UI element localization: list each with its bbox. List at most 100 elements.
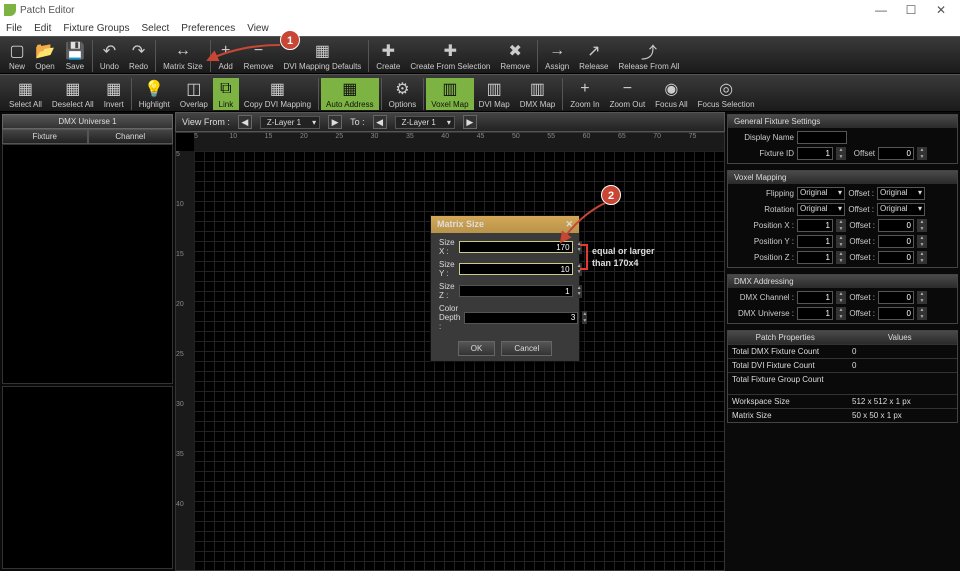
offset-input[interactable] bbox=[878, 147, 914, 160]
spinner[interactable]: ▲▼ bbox=[582, 311, 587, 324]
toolbar-options[interactable]: ⚙Options bbox=[384, 78, 422, 110]
vm-input[interactable] bbox=[797, 219, 833, 232]
menu-file[interactable]: File bbox=[6, 23, 22, 34]
dialog-sizez-input[interactable] bbox=[459, 285, 573, 297]
toolbar-release-from-all[interactable]: ⤴Release From All bbox=[614, 40, 685, 72]
toolbar-create[interactable]: ✚Create bbox=[371, 40, 405, 72]
toolbar-dvi-map[interactable]: ▥DVI Map bbox=[474, 78, 515, 110]
dialog-colordepth-input[interactable] bbox=[464, 312, 578, 324]
toolbar-zoom-in[interactable]: +Zoom In bbox=[565, 78, 604, 110]
props-header-2: Values bbox=[843, 331, 958, 344]
toolbar-focus-selection[interactable]: ◎Focus Selection bbox=[693, 78, 760, 110]
toolbar-2: ▦Select All▦Deselect All▦Invert💡Highligh… bbox=[0, 74, 960, 112]
dmx-input[interactable] bbox=[797, 291, 833, 304]
spinner[interactable]: ▲▼ bbox=[917, 251, 927, 264]
dialog-sizex-input[interactable] bbox=[459, 241, 573, 253]
toolbar-copy-dvi-mapping[interactable]: ▦Copy DVI Mapping bbox=[239, 78, 316, 110]
spinner[interactable]: ▲▼ bbox=[836, 307, 846, 320]
left-panel-2[interactable] bbox=[2, 386, 173, 569]
toolbar-zoom-out[interactable]: −Zoom Out bbox=[605, 78, 651, 110]
vm-select[interactable]: Original bbox=[797, 187, 845, 200]
prop-key: Total Fixture Group Count bbox=[728, 373, 848, 386]
toolbar-voxel-map[interactable]: ▥Voxel Map bbox=[426, 78, 473, 110]
toolbar-focus-all[interactable]: ◉Focus All bbox=[650, 78, 692, 110]
toolbar-redo[interactable]: ↷Redo bbox=[124, 40, 153, 72]
dialog-sizey-input[interactable] bbox=[459, 263, 573, 275]
vm-offset-input[interactable] bbox=[878, 235, 914, 248]
dmx-offset-input[interactable] bbox=[878, 307, 914, 320]
display-name-input[interactable] bbox=[797, 131, 847, 144]
spinner[interactable]: ▲▼ bbox=[836, 219, 846, 232]
spinner[interactable]: ▲▼ bbox=[836, 291, 846, 304]
menu-edit[interactable]: Edit bbox=[34, 23, 51, 34]
toolbar-remove[interactable]: −Remove bbox=[239, 40, 279, 72]
toolbar-matrix-size[interactable]: ↔Matrix Size bbox=[158, 40, 208, 72]
spinner[interactable]: ▲▼ bbox=[836, 147, 846, 160]
new-icon: ▢ bbox=[9, 41, 24, 61]
select-all-icon: ▦ bbox=[18, 79, 33, 99]
vm-offset-input[interactable] bbox=[878, 219, 914, 232]
layer-select-1[interactable]: Z-Layer 1 bbox=[260, 116, 320, 129]
spinner[interactable]: ▲▼ bbox=[917, 219, 927, 232]
toolbar-overlap[interactable]: ◫Overlap bbox=[175, 78, 213, 110]
minimize-button[interactable]: — bbox=[866, 3, 896, 17]
toolbar-release[interactable]: ↗Release bbox=[574, 40, 613, 72]
vm-offset-select[interactable]: Original bbox=[877, 203, 925, 216]
layer-select-2[interactable]: Z-Layer 1 bbox=[395, 116, 455, 129]
dialog-close-button[interactable]: ✕ bbox=[565, 219, 573, 230]
vm-offset-input[interactable] bbox=[878, 251, 914, 264]
close-button[interactable]: ✕ bbox=[926, 3, 956, 17]
spinner[interactable]: ▲▼ bbox=[917, 307, 927, 320]
ok-button[interactable]: OK bbox=[458, 341, 496, 356]
spinner[interactable]: ▲▼ bbox=[577, 285, 582, 298]
toolbar-dmx-map[interactable]: ▥DMX Map bbox=[515, 78, 561, 110]
spinner[interactable]: ▲▼ bbox=[836, 251, 846, 264]
cancel-button[interactable]: Cancel bbox=[501, 341, 552, 356]
spinner[interactable]: ▲▼ bbox=[836, 235, 846, 248]
layer-next-2[interactable]: ▶ bbox=[463, 115, 477, 129]
overlap-icon: ◫ bbox=[186, 79, 201, 99]
toolbar-link[interactable]: ⧉Link bbox=[213, 78, 239, 110]
menu-select[interactable]: Select bbox=[142, 23, 170, 34]
toolbar-1: ▢New📂Open💾Save↶Undo↷Redo↔Matrix Size+Add… bbox=[0, 36, 960, 74]
maximize-button[interactable]: ☐ bbox=[896, 3, 926, 17]
toolbar-add[interactable]: +Add bbox=[213, 40, 239, 72]
universe-list[interactable] bbox=[2, 144, 173, 384]
toolbar-undo[interactable]: ↶Undo bbox=[95, 40, 124, 72]
save-icon: 💾 bbox=[65, 41, 85, 61]
toolbar-label: Add bbox=[219, 62, 233, 71]
toolbar-highlight[interactable]: 💡Highlight bbox=[134, 78, 175, 110]
layer-prev-1[interactable]: ◀ bbox=[238, 115, 252, 129]
menu-view[interactable]: View bbox=[247, 23, 269, 34]
dmx-input[interactable] bbox=[797, 307, 833, 320]
toolbar-open[interactable]: 📂Open bbox=[30, 40, 60, 72]
toolbar-deselect-all[interactable]: ▦Deselect All bbox=[47, 78, 99, 110]
vm-input[interactable] bbox=[797, 235, 833, 248]
fixture-id-input[interactable] bbox=[797, 147, 833, 160]
view-from-label: View From : bbox=[182, 117, 230, 127]
toolbar-create-from-selection[interactable]: ✚Create From Selection bbox=[405, 40, 495, 72]
toolbar-remove[interactable]: ✖Remove bbox=[495, 40, 535, 72]
toolbar-invert[interactable]: ▦Invert bbox=[99, 78, 129, 110]
spinner[interactable]: ▲▼ bbox=[917, 291, 927, 304]
layer-prev-2[interactable]: ◀ bbox=[373, 115, 387, 129]
vm-select[interactable]: Original bbox=[797, 203, 845, 216]
spinner[interactable]: ▲▼ bbox=[917, 235, 927, 248]
tab-channel[interactable]: Channel bbox=[88, 129, 174, 144]
toolbar-auto-address[interactable]: ▦Auto Address bbox=[321, 78, 379, 110]
right-panel: General Fixture Settings Display Name Fi… bbox=[725, 112, 960, 571]
dmx-offset-input[interactable] bbox=[878, 291, 914, 304]
vm-offset-select[interactable]: Original bbox=[877, 187, 925, 200]
vm-input[interactable] bbox=[797, 251, 833, 264]
layer-next-1[interactable]: ▶ bbox=[328, 115, 342, 129]
toolbar-save[interactable]: 💾Save bbox=[60, 40, 90, 72]
toolbar-select-all[interactable]: ▦Select All bbox=[4, 78, 47, 110]
vm-label: Position Z : bbox=[732, 253, 794, 262]
toolbar-new[interactable]: ▢New bbox=[4, 40, 30, 72]
universe-header[interactable]: DMX Universe 1 bbox=[2, 114, 173, 129]
tab-fixture[interactable]: Fixture bbox=[2, 129, 88, 144]
menu-fixture-groups[interactable]: Fixture Groups bbox=[63, 23, 129, 34]
menu-preferences[interactable]: Preferences bbox=[181, 23, 235, 34]
toolbar-assign[interactable]: →Assign bbox=[540, 40, 574, 72]
spinner[interactable]: ▲▼ bbox=[917, 147, 927, 160]
